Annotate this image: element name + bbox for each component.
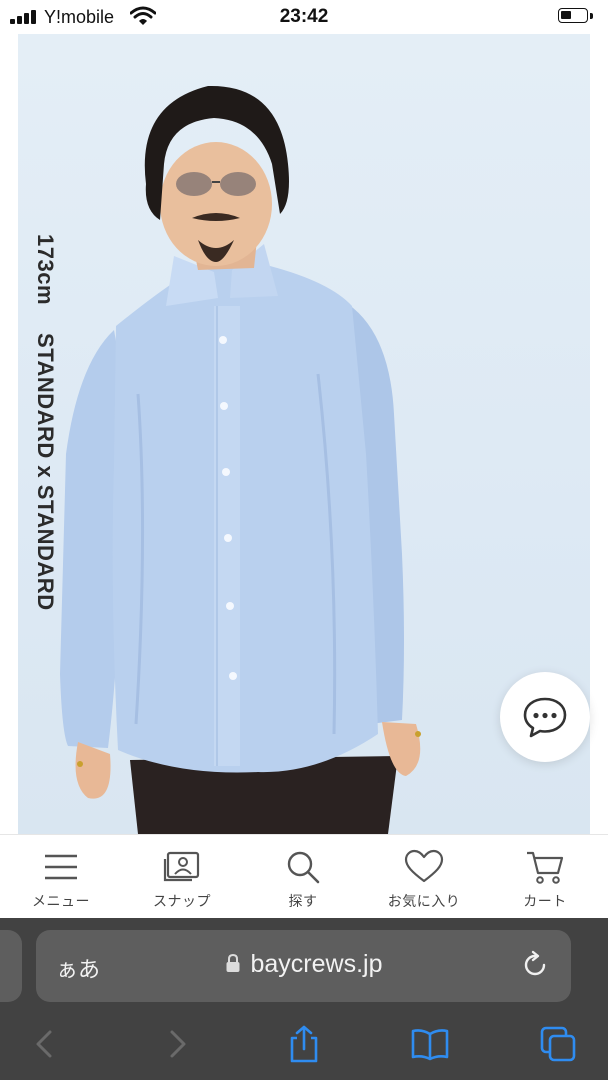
nav-search-label: 探す bbox=[288, 893, 318, 909]
lock-icon bbox=[226, 953, 239, 972]
nav-favorites-label: お気に入り bbox=[387, 893, 461, 909]
back-icon[interactable] bbox=[26, 1024, 66, 1064]
nav-snap[interactable]: スナップ bbox=[127, 835, 237, 919]
menu-icon bbox=[45, 854, 77, 880]
snap-camera-icon bbox=[163, 851, 200, 882]
nav-favorites[interactable]: お気に入り bbox=[369, 835, 479, 919]
nav-cart[interactable]: カート bbox=[490, 835, 600, 919]
nav-snap-label: スナップ bbox=[153, 893, 211, 909]
reload-icon[interactable] bbox=[520, 950, 550, 980]
browser-bottom-bar: ぁあ baycrews.jp bbox=[0, 918, 608, 1080]
nav-search[interactable]: 探す bbox=[248, 835, 358, 919]
search-icon bbox=[287, 851, 320, 884]
previous-tab-preview[interactable] bbox=[0, 930, 22, 1002]
heart-icon bbox=[404, 849, 444, 883]
status-bar: Y!mobile 23:42 bbox=[0, 0, 608, 34]
nav-menu-label: メニュー bbox=[32, 893, 90, 909]
model-caption: 173cm STANDARD x STANDARD bbox=[28, 234, 58, 684]
url-text: baycrews.jp bbox=[250, 950, 383, 978]
chat-bubble-icon bbox=[523, 697, 567, 738]
status-time: 23:42 bbox=[279, 6, 329, 27]
battery-cap bbox=[590, 13, 593, 19]
model-height: 173cm bbox=[33, 234, 58, 306]
screen: Y!mobile 23:42 173cmSTANDARD x STANDARD … bbox=[0, 0, 608, 1080]
share-icon[interactable] bbox=[284, 1024, 324, 1064]
chat-button[interactable] bbox=[500, 672, 590, 762]
cart-icon bbox=[527, 851, 564, 884]
bottom-nav: メニュー スナップ 探す お気に入り カート bbox=[0, 834, 608, 918]
bookmarks-icon[interactable] bbox=[410, 1024, 450, 1064]
battery-icon bbox=[558, 8, 588, 23]
nav-cart-label: カート bbox=[523, 893, 567, 909]
nav-menu[interactable]: メニュー bbox=[6, 835, 116, 919]
tabs-icon[interactable] bbox=[538, 1024, 578, 1064]
address-bar[interactable]: ぁあ baycrews.jp bbox=[36, 930, 571, 1002]
url-display[interactable]: baycrews.jp bbox=[36, 950, 571, 979]
forward-icon[interactable] bbox=[156, 1024, 196, 1064]
browser-toolbar bbox=[0, 1018, 608, 1078]
model-brand: STANDARD x STANDARD bbox=[33, 333, 58, 611]
